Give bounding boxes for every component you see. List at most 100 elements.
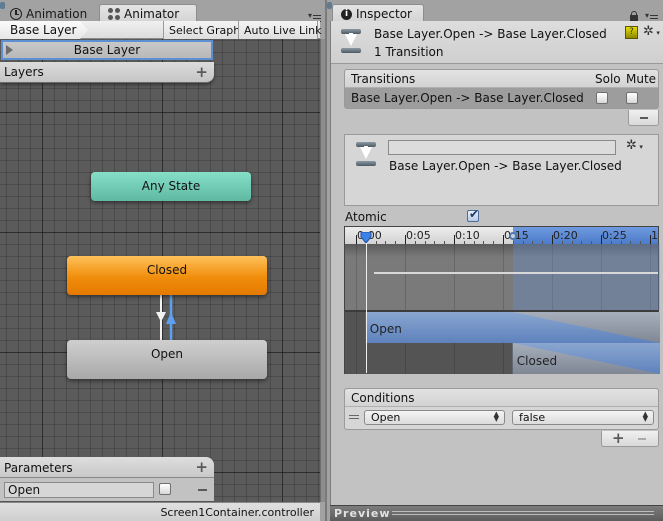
state-open[interactable]: Open [67, 340, 267, 379]
timeline-gridline [356, 244, 357, 310]
transition-name-field[interactable] [388, 140, 616, 155]
tab-animator[interactable]: Animator [99, 4, 197, 22]
remove-condition-button[interactable] [638, 438, 646, 440]
controller-status: Screen1Container.controller [0, 502, 320, 521]
remove-parameter-button[interactable] [198, 489, 207, 491]
layer-item-label: Base Layer [73, 43, 141, 57]
transition-start-marker-icon[interactable] [509, 232, 517, 240]
inspector-subtitle: 1 Transition [374, 45, 444, 59]
settings-gear-icon[interactable]: ✲ [643, 25, 660, 40]
remove-transition-button[interactable] [628, 110, 659, 126]
atomic-checkbox[interactable]: ✔ [467, 207, 480, 222]
condition-value-dropdown[interactable]: false ▲ ▼ [512, 410, 654, 425]
parameters-panel: Parameters + Open [0, 457, 214, 502]
mute-checkbox[interactable] [626, 92, 638, 104]
preview-label: Preview [334, 507, 391, 520]
panel-menu-icon[interactable] [308, 11, 321, 22]
expand-triangle-icon[interactable] [6, 45, 13, 55]
help-icon[interactable]: ? [625, 26, 638, 39]
updown-arrows-icon: ▲ ▼ [493, 410, 499, 423]
checkmark-icon: ✔ [469, 207, 480, 221]
transition-list-row[interactable]: Base Layer.Open -> Base Layer.Closed [345, 88, 658, 108]
add-parameter-button[interactable]: + [195, 460, 208, 475]
animator-window: Animation Animator Base Layer Select Gra… [0, 0, 325, 521]
transition-timeline[interactable]: 0:00 0:05 0:10 0:15 0:20 0:25 1 [344, 226, 660, 374]
transitions-list: Transitions Solo Mute Base Layer.Open ->… [344, 69, 659, 109]
destination-state-label: Closed [516, 354, 558, 368]
parameters-title: Parameters [4, 461, 73, 475]
playhead-line [365, 239, 367, 373]
layer-item-base-layer[interactable]: Base Layer [1, 40, 213, 60]
tab-inspector[interactable]: i Inspector [332, 4, 424, 22]
minus-icon [640, 117, 648, 119]
tick-label: 0:10 [455, 229, 480, 242]
layers-panel: Base Layer Layers + [0, 39, 214, 83]
transition-overlay [512, 244, 660, 310]
source-state-label: Open [369, 322, 402, 336]
timeline-gridline [503, 244, 504, 310]
solo-column-header: Solo [595, 72, 621, 86]
tab-animation-label: Animation [26, 6, 88, 21]
transition-settings-gear-icon[interactable]: ✲ [626, 139, 643, 154]
drag-handle-icon[interactable] [349, 415, 359, 419]
add-layer-button[interactable]: + [195, 65, 208, 80]
preview-bar[interactable]: Preview [330, 505, 663, 521]
atomic-label: Atomic [345, 210, 387, 224]
animator-icon [108, 8, 120, 20]
layers-header: Layers + [0, 62, 214, 83]
select-graph-button[interactable]: Select Graph [163, 21, 246, 39]
transition-arrows [156, 295, 176, 342]
condition-value: false [519, 411, 546, 424]
blend-curve-line [374, 272, 658, 274]
condition-row: Open ▲ ▼ false ▲ ▼ [345, 407, 658, 429]
info-icon: i [341, 8, 352, 20]
state-bars-area: Open Closed [345, 310, 660, 374]
auto-live-link-button[interactable]: Auto Live Link [238, 21, 322, 39]
tab-animation[interactable]: Animation [2, 4, 95, 22]
parameter-row: Open [0, 478, 214, 502]
blend-curve-area [345, 244, 660, 310]
parameter-name-field[interactable]: Open [4, 482, 154, 498]
transition-row-label: Base Layer.Open -> Base Layer.Closed [351, 91, 584, 105]
panel-menu-icon[interactable] [645, 11, 658, 22]
tick-label: 1 [651, 229, 658, 242]
layers-title: Layers [4, 65, 44, 79]
transition-detail-label: Base Layer.Open -> Base Layer.Closed [389, 159, 622, 173]
inspector-header: Base Layer.Open -> Base Layer.Closed 1 T… [331, 21, 663, 64]
tab-inspector-label: Inspector [356, 7, 412, 21]
timeline-ruler[interactable]: 0:00 0:05 0:10 0:15 0:20 0:25 1 [345, 227, 658, 244]
transition-duration-highlight [512, 227, 658, 244]
transitions-list-header: Transitions Solo Mute [345, 70, 658, 88]
conditions-header-label: Conditions [351, 391, 415, 405]
parameter-bool-checkbox[interactable] [159, 483, 171, 495]
condition-parameter-dropdown[interactable]: Open ▲ ▼ [364, 410, 505, 425]
lock-icon[interactable] [630, 11, 638, 21]
transition-icon [356, 142, 376, 166]
transition-icon [341, 29, 361, 53]
state-any-state[interactable]: Any State [91, 172, 251, 201]
breadcrumb-base-layer[interactable]: Base Layer [0, 21, 88, 39]
tab-animator-label: Animator [124, 7, 180, 21]
tick-label: 0:25 [602, 229, 627, 242]
conditions-header: Conditions [345, 389, 658, 407]
state-closed[interactable]: Closed [67, 256, 267, 295]
tick-label: 0:05 [406, 229, 431, 242]
playhead-handle-icon[interactable] [360, 231, 372, 244]
parameters-header: Parameters + [0, 457, 214, 478]
condition-footer-buttons: + [601, 431, 659, 447]
preview-grip[interactable] [392, 511, 654, 515]
condition-parameter-value: Open [371, 411, 401, 424]
conditions-list: Conditions Open ▲ ▼ false ▲ ▼ [344, 388, 659, 430]
arrow-up-icon [166, 312, 176, 324]
inspector-title: Base Layer.Open -> Base Layer.Closed [374, 27, 607, 41]
add-condition-button[interactable]: + [612, 431, 625, 446]
updown-arrows-icon: ▲ ▼ [642, 410, 648, 423]
inspector-window: i Inspector Base Layer.Open -> Base Laye… [325, 0, 663, 521]
timeline-gridline [405, 244, 406, 310]
inspector-body: Base Layer.Open -> Base Layer.Closed 1 T… [330, 21, 663, 505]
arrow-down-icon [156, 312, 166, 322]
timeline-gridline [454, 244, 455, 310]
solo-checkbox[interactable] [596, 92, 608, 104]
transitions-header-label: Transitions [351, 72, 416, 86]
tick-label: 0:20 [553, 229, 578, 242]
